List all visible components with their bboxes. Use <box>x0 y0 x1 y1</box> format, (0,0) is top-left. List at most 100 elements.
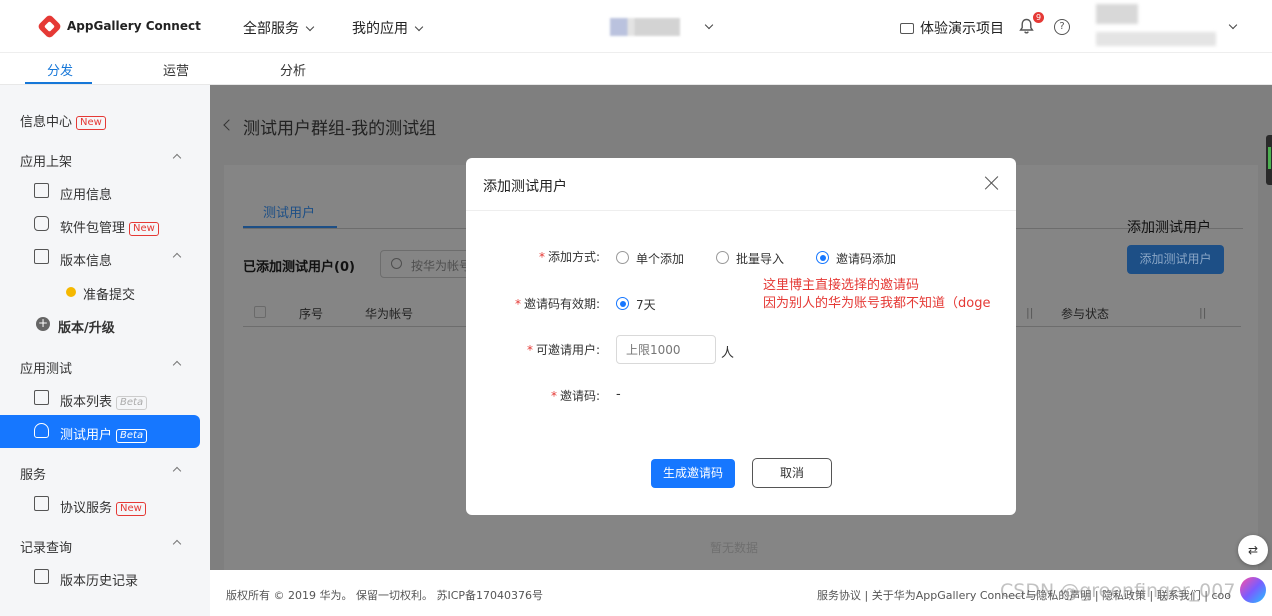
annotation-line-1: 这里博主直接选择的邀请码 <box>763 278 920 293</box>
back-arrow-icon[interactable] <box>223 119 235 131</box>
agreement-icon <box>34 496 49 511</box>
radio-invite-code[interactable] <box>816 251 829 264</box>
invitable-users-label: * 可邀请用户: <box>526 343 600 357</box>
no-data-text: 暂无数据 <box>710 541 759 555</box>
logo-text[interactable]: AppGallery Connect <box>67 19 201 33</box>
side-scroll-tab[interactable] <box>1266 135 1272 185</box>
add-test-user-label: 添加测试用户 <box>1127 220 1211 236</box>
app-info-icon <box>34 183 49 198</box>
history-icon <box>34 569 49 584</box>
active-tab-underline <box>243 226 337 228</box>
chevron-up-icon <box>172 360 182 370</box>
sub-navigation: 分发 运营 分析 <box>0 53 1272 85</box>
column-resize-icon[interactable]: || <box>1026 306 1033 319</box>
new-tag: New <box>116 502 146 516</box>
chevron-down-icon <box>305 22 315 32</box>
tab-distribute[interactable]: 分发 <box>47 60 73 79</box>
user-icon <box>34 423 49 438</box>
dialog-divider <box>466 210 1016 211</box>
radio-single-add-label[interactable]: 单个添加 <box>636 250 684 267</box>
sidebar-item-version-info[interactable]: 版本信息 <box>0 241 200 274</box>
unit-label: 人 <box>721 346 735 361</box>
sidebar-section-record-query[interactable]: 记录查询 <box>0 528 200 561</box>
sidebar-item-version-list[interactable]: 版本列表 Beta <box>0 382 200 415</box>
sidebar-item-app-info[interactable]: 应用信息 <box>0 175 200 208</box>
bell-icon[interactable] <box>1019 18 1034 34</box>
radio-batch-import[interactable] <box>716 251 729 264</box>
beta-tag: Beta <box>116 396 148 410</box>
dialog-title: 添加测试用户 <box>483 179 567 195</box>
search-icon <box>391 258 402 269</box>
annotation-line-2: 因为别人的华为账号我都不知道（doge <box>763 296 991 311</box>
demo-icon <box>900 23 914 34</box>
new-tag: New <box>129 222 159 236</box>
copyright-text: 版权所有 © 2019 华为。 保留一切权利。 苏ICP备17040376号 <box>226 589 544 602</box>
radio-invite-code-label[interactable]: 邀请码添加 <box>836 250 896 267</box>
new-tag: New <box>76 116 106 130</box>
chevron-up-icon <box>172 153 182 163</box>
column-resize-icon[interactable]: || <box>1199 306 1206 319</box>
column-index: 序号 <box>299 307 324 321</box>
chevron-down-icon[interactable] <box>1228 20 1238 30</box>
add-test-user-dialog: 添加测试用户 * 添加方式: 单个添加 批量导入 邀请码添加 这里博主直接选择的邀… <box>466 158 1016 515</box>
validity-label: * 邀请码有效期: <box>514 297 600 311</box>
select-all-checkbox[interactable] <box>254 306 266 318</box>
appgallery-logo-icon[interactable] <box>36 13 63 40</box>
chevron-down-icon[interactable] <box>704 20 714 30</box>
help-icon[interactable]: ? <box>1054 19 1070 35</box>
sidebar-item-package-mgmt[interactable]: 软件包管理 New <box>0 208 200 241</box>
active-tab-underline <box>25 82 92 84</box>
sidebar-item-test-users[interactable]: 测试用户 Beta <box>0 415 200 448</box>
cancel-button[interactable]: 取消 <box>752 458 832 488</box>
tab-test-users[interactable]: 测试用户 <box>263 202 315 221</box>
project-selector-blurred[interactable] <box>610 18 680 36</box>
sidebar-item-version-history[interactable]: 版本历史记录 <box>0 561 200 594</box>
list-icon <box>34 390 49 405</box>
invitable-users-input[interactable] <box>616 335 716 364</box>
package-icon <box>34 216 49 231</box>
translate-icon[interactable]: ⇄ <box>1238 535 1268 565</box>
status-dot-icon <box>66 287 76 297</box>
sidebar-section-app-test[interactable]: 应用测试 <box>0 349 200 382</box>
invite-code-label: * 邀请码: <box>550 389 600 403</box>
watermark: CSDN @greenfinger_007 <box>1000 580 1236 602</box>
radio-7-days[interactable] <box>616 297 629 310</box>
sidebar-section-service[interactable]: 服务 <box>0 455 200 488</box>
tab-operation[interactable]: 运营 <box>163 60 189 79</box>
generate-invite-code-button[interactable]: 生成邀请码 <box>651 459 735 488</box>
search-input[interactable]: 按华为帐号 <box>380 250 480 278</box>
username-blurred[interactable] <box>1096 32 1216 46</box>
chevron-up-icon <box>172 539 182 549</box>
demo-project-link[interactable]: 体验演示项目 <box>900 18 1004 38</box>
beta-tag: Beta <box>116 429 148 443</box>
sidebar-item-prepare-submit[interactable]: 准备提交 <box>0 275 200 308</box>
plus-circle-icon: + <box>36 316 50 331</box>
version-info-icon <box>34 249 49 264</box>
avatar-blurred[interactable] <box>1096 4 1138 24</box>
added-count-label: 已添加测试用户(0) <box>243 260 355 275</box>
sidebar-item-agreement-service[interactable]: 协议服务 New <box>0 488 200 521</box>
add-test-user-button[interactable]: 添加测试用户 <box>1127 245 1224 274</box>
nav-my-apps[interactable]: 我的应用 <box>352 18 424 38</box>
footer: 版权所有 © 2019 华为。 保留一切权利。 苏ICP备17040376号 服… <box>210 570 1272 616</box>
sidebar-item-info-center[interactable]: 信息中心 New <box>0 102 200 135</box>
radio-single-add[interactable] <box>616 251 629 264</box>
sidebar-section-publish[interactable]: 应用上架 <box>0 142 200 175</box>
assistant-icon[interactable] <box>1240 577 1266 603</box>
radio-7-days-label[interactable]: 7天 <box>636 296 656 313</box>
page-title: 测试用户群组-我的测试组 <box>243 119 437 139</box>
close-icon[interactable] <box>984 175 1000 191</box>
tab-analysis[interactable]: 分析 <box>280 60 306 79</box>
notification-badge: 9 <box>1033 12 1044 23</box>
chevron-down-icon <box>414 22 424 32</box>
nav-all-services[interactable]: 全部服务 <box>243 18 315 38</box>
radio-batch-import-label[interactable]: 批量导入 <box>736 250 784 267</box>
sidebar: 信息中心 New 应用上架 应用信息 软件包管理 New 版本信息 准备提交 + 版本… <box>0 85 210 616</box>
add-method-label: * 添加方式: <box>538 250 600 264</box>
chevron-up-icon <box>172 252 182 262</box>
column-huawei-account: 华为帐号 <box>365 307 414 321</box>
column-participation-status: 参与状态 <box>1061 307 1110 321</box>
invite-code-value: - <box>616 387 621 402</box>
sidebar-item-version-upgrade[interactable]: + 版本/升级 <box>0 308 200 341</box>
chevron-up-icon <box>172 466 182 476</box>
